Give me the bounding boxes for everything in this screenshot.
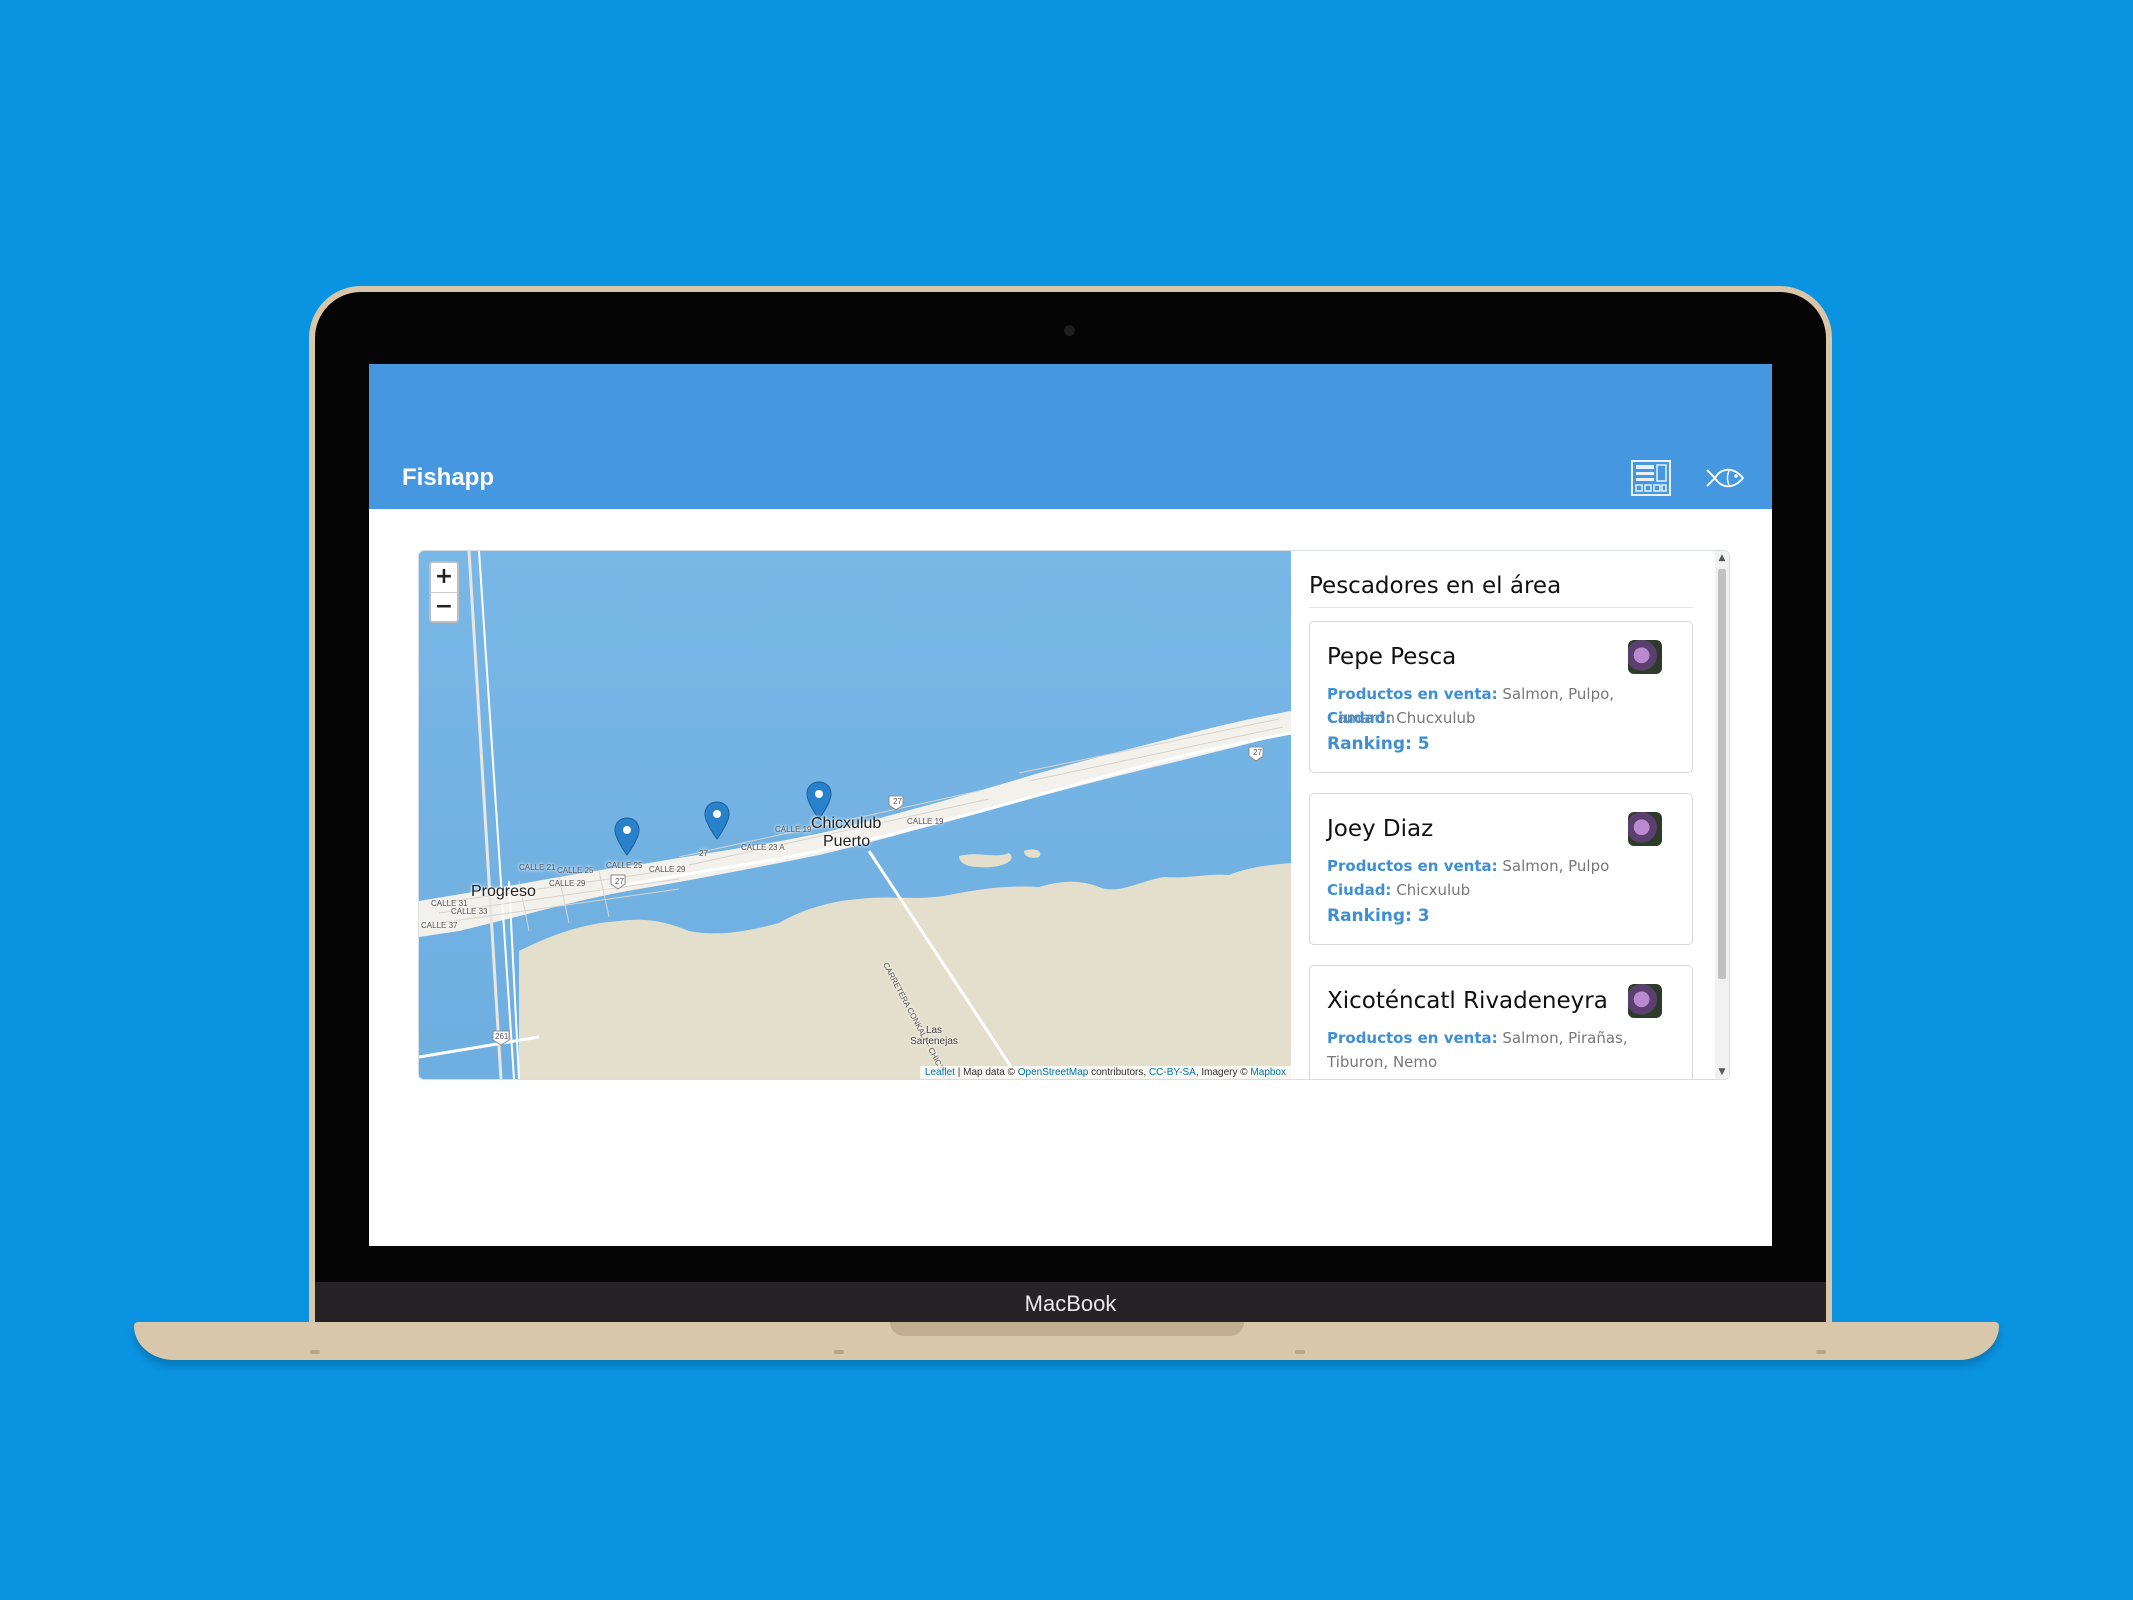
city-label: Ciudad: (1327, 709, 1392, 727)
device-brand-label: MacBook (1024, 1291, 1117, 1316)
map-label-street: CALLE 29 (549, 879, 586, 888)
products-value: Salmon, Pulpo (1502, 857, 1610, 875)
road-shield-label: 27 (893, 797, 902, 806)
ranking-label: Ranking: (1327, 734, 1412, 754)
fisher-city: Ciudad: Chicxulub (1327, 878, 1667, 902)
products-label: Productos en venta: (1327, 1029, 1498, 1047)
app-title[interactable]: Fishapp (402, 464, 494, 492)
ranking-label: Ranking: (1327, 906, 1412, 926)
list-view-icon[interactable] (1631, 460, 1671, 496)
panel-scrollbar[interactable]: ▲ ▼ (1715, 551, 1729, 1079)
map-marker[interactable] (704, 801, 730, 841)
map-label-progreso: Progreso (471, 883, 536, 900)
laptop-foot (310, 1350, 320, 1354)
road-shield-label: 27 (1253, 748, 1262, 757)
attribution-text: | Map data © (954, 1067, 1018, 1078)
fisher-city: Ciudad: Chucxulub (1327, 706, 1667, 730)
fisher-card[interactable]: Pepe Pesca Productos en venta: Salmon, P… (1309, 621, 1693, 773)
app-screen: Fishapp + − Progreso Chicxulub Puerto CA… (369, 364, 1772, 1246)
map-label-street: 27 (699, 849, 708, 858)
fisher-ranking: Ranking: 3 (1327, 906, 1430, 926)
fisher-products: Productos en venta: Salmon, Pirañas, Tib… (1327, 1026, 1667, 1074)
leaflet-link[interactable]: Leaflet (925, 1067, 955, 1078)
openstreetmap-link[interactable]: OpenStreetMap (1018, 1067, 1089, 1078)
laptop-hinge-notch (890, 1322, 1244, 1336)
city-label: Ciudad: (1327, 881, 1392, 899)
zoom-out-button[interactable]: − (431, 593, 457, 622)
avatar (1628, 812, 1662, 846)
attribution-text: , Imagery © (1195, 1067, 1251, 1078)
panel-heading: Pescadores en el área (1309, 573, 1694, 608)
scroll-down-icon[interactable]: ▼ (1715, 1065, 1729, 1079)
content-card: + − Progreso Chicxulub Puerto CALLE 21 C… (418, 550, 1730, 1080)
avatar (1628, 640, 1662, 674)
laptop-foot (1816, 1350, 1826, 1354)
city-value: Chicxulub (1396, 881, 1471, 899)
scroll-up-icon[interactable]: ▲ (1715, 551, 1729, 565)
map-label-street: CALLE 37 (421, 921, 458, 930)
map-label-street: CALLE 19 (907, 817, 944, 826)
fisher-card[interactable]: Xicoténcatl Rivadeneyra Productos en ven… (1309, 965, 1693, 1079)
fisher-ranking: Ranking: 5 (1327, 734, 1430, 754)
laptop-foot (1295, 1350, 1305, 1354)
map-label-street: CALLE 21 (519, 863, 556, 872)
zoom-in-button[interactable]: + (431, 563, 457, 593)
laptop-foot (834, 1350, 844, 1354)
fisher-name: Joey Diaz (1327, 816, 1434, 842)
map-label-street: CALLE 33 (451, 907, 488, 916)
city-value: Chucxulub (1396, 709, 1476, 727)
map-label-street: CALLE 19 (775, 825, 812, 834)
map-label-street: CALLE 23 A (741, 843, 785, 852)
road-shield-label: 27 (615, 877, 624, 886)
map-attribution: Leaflet | Map data © OpenStreetMap contr… (919, 1066, 1291, 1079)
map-label-street: CALLE 25 (606, 861, 643, 870)
fisher-products: Productos en venta: Salmon, Pulpo (1327, 854, 1667, 878)
map-label-las-sartenejas: Las Sartenejas (910, 1025, 958, 1047)
map-label-street: CALLE 25 (557, 866, 594, 875)
products-label: Productos en venta: (1327, 685, 1498, 703)
map-label-street: CALLE 29 (649, 865, 686, 874)
fisher-card[interactable]: Joey Diaz Productos en venta: Salmon, Pu… (1309, 793, 1693, 945)
fishers-panel[interactable]: Pescadores en el área Pepe Pesca Product… (1291, 551, 1729, 1079)
zoom-control: + − (429, 561, 459, 623)
ranking-value: 5 (1417, 734, 1430, 754)
scroll-thumb[interactable] (1718, 569, 1726, 979)
fish-icon[interactable] (1703, 462, 1747, 494)
app-header: Fishapp (369, 364, 1772, 509)
attribution-text: contributors, (1088, 1067, 1149, 1078)
products-label: Productos en venta: (1327, 857, 1498, 875)
road-shield-label: 261 (495, 1032, 509, 1041)
map-label-puerto: Puerto (823, 833, 871, 850)
ranking-value: 3 (1417, 906, 1430, 926)
avatar (1628, 984, 1662, 1018)
map[interactable]: + − Progreso Chicxulub Puerto CALLE 21 C… (419, 551, 1291, 1079)
map-marker[interactable] (614, 817, 640, 857)
fisher-name: Pepe Pesca (1327, 644, 1457, 670)
camera (1064, 325, 1075, 336)
mapbox-link[interactable]: Mapbox (1250, 1067, 1286, 1078)
fisher-name: Xicoténcatl Rivadeneyra (1327, 988, 1608, 1014)
map-label-chicxulub: Chicxulub (811, 815, 882, 832)
license-link[interactable]: CC-BY-SA (1149, 1067, 1196, 1078)
